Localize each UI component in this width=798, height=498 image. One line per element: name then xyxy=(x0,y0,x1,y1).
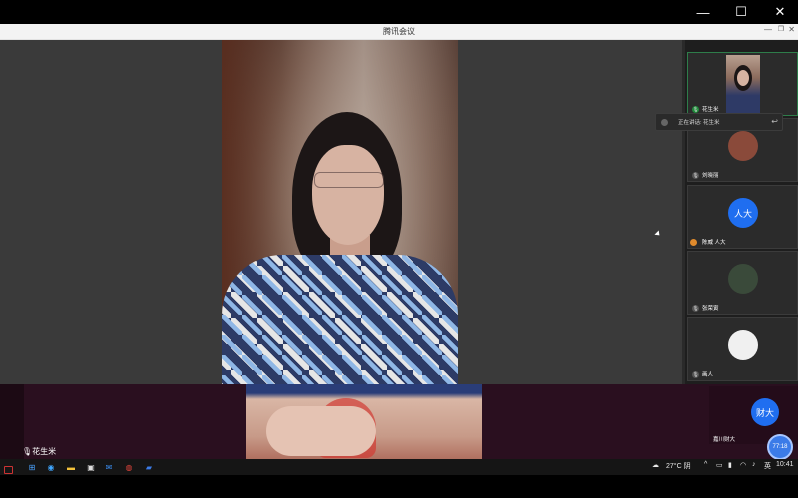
weather-text[interactable]: 27°C 阴 xyxy=(666,461,691,471)
participant-panel: 🎙 花生米 🎙 刘晓丽 人大 陈威 人大 🎙 张荣寅 🎙 画人 xyxy=(685,40,798,384)
mic-icon: 🎙 xyxy=(692,106,699,113)
floating-bubble[interactable]: 77:18 xyxy=(767,434,793,460)
participant-name: 陈威 人大 xyxy=(702,240,726,246)
store-icon[interactable]: ▣ xyxy=(86,462,96,472)
active-speaker-video[interactable] xyxy=(222,40,458,392)
window-top-bar xyxy=(0,0,798,24)
notification-icon[interactable] xyxy=(4,466,13,474)
avatar: 人大 xyxy=(728,198,758,228)
title-bar: 腾讯会议 — ❐ ✕ xyxy=(0,24,798,40)
close-button[interactable]: ✕ xyxy=(757,2,798,22)
avatar xyxy=(728,264,758,294)
participant-tile[interactable]: 人大 陈威 人大 xyxy=(687,185,798,249)
avatar xyxy=(728,330,758,360)
participant-name: 张荣寅 xyxy=(702,306,719,312)
participant-tile[interactable]: 🎙 画人 xyxy=(687,317,798,381)
chevron-up-icon[interactable]: ^ xyxy=(704,461,707,468)
folder-icon[interactable]: ▬ xyxy=(66,462,76,472)
network-icon[interactable]: ▭ xyxy=(716,461,723,469)
participant-name: 画人 xyxy=(702,372,714,378)
restore-small-icon[interactable]: ❐ xyxy=(778,25,784,33)
volume-icon[interactable]: ♪ xyxy=(752,461,756,468)
battery-icon[interactable]: ▮ xyxy=(728,461,732,469)
avatar xyxy=(728,131,758,161)
speaking-indicator: 正在讲话: 花生米 ↩ xyxy=(655,113,783,131)
mic-muted-icon: 🎙 xyxy=(692,172,699,179)
meeting-app-icon[interactable]: ▰ xyxy=(144,462,154,472)
ime-indicator[interactable]: 英 xyxy=(764,461,771,471)
wifi-icon[interactable]: ◠ xyxy=(740,461,746,469)
mic-muted-icon: 🎙 xyxy=(692,371,699,378)
avatar: 财大 xyxy=(751,398,779,426)
mic-muted-icon: 🎙 xyxy=(692,305,699,312)
chrome-icon[interactable]: ◍ xyxy=(124,462,134,472)
participant-name: 刘晓丽 xyxy=(702,173,719,179)
window-title: 腾讯会议 xyxy=(383,27,415,36)
weather-icon[interactable]: ☁ xyxy=(652,461,659,469)
participant-name: 花生米 xyxy=(702,107,719,113)
speaker-icon xyxy=(661,119,668,126)
self-name-label: 🎙花生米 xyxy=(22,447,57,456)
reply-icon[interactable]: ↩ xyxy=(771,117,778,126)
participant-tile[interactable]: 🎙 花生米 xyxy=(687,52,798,116)
minimize-icon: — xyxy=(696,4,710,20)
mail-icon[interactable]: ✉ xyxy=(104,462,114,472)
user-badge-icon xyxy=(690,239,697,246)
taskbar: ⊞ ◉ ▬ ▣ ✉ ◍ ▰ ☁ 27°C 阴 ^ ▭ ▮ ◠ ♪ 英 10:41 xyxy=(0,459,798,475)
clock[interactable]: 10:41 xyxy=(776,461,794,468)
secondary-video[interactable] xyxy=(246,384,482,459)
bottom-black-area xyxy=(0,475,798,498)
participant-video xyxy=(726,55,760,113)
close-icon: ✕ xyxy=(774,4,786,19)
maximize-icon: ☐ xyxy=(735,4,747,19)
minimize-small-icon[interactable]: — xyxy=(764,25,772,34)
edge-icon[interactable]: ◉ xyxy=(46,462,56,472)
participant-tile[interactable]: 🎙 张荣寅 xyxy=(687,251,798,315)
windows-start-icon[interactable]: ⊞ xyxy=(27,462,37,472)
speaking-label: 正在讲话: 花生米 xyxy=(678,120,720,126)
participant-name: 嘉川财大 xyxy=(713,437,736,443)
close-small-icon[interactable]: ✕ xyxy=(788,25,795,34)
